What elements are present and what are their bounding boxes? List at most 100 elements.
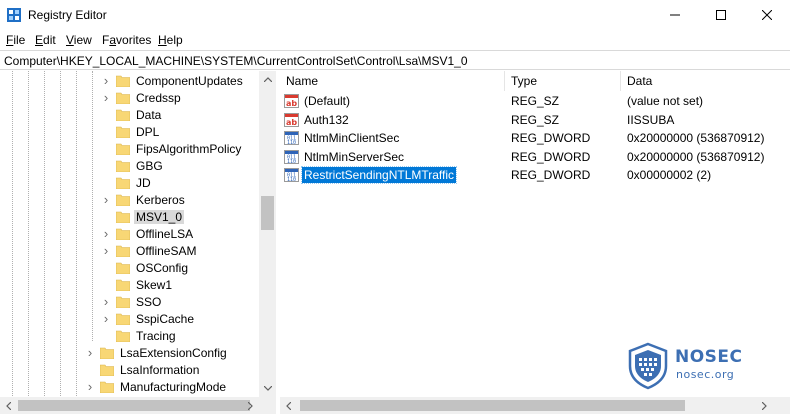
- scroll-right-arrow[interactable]: [242, 397, 259, 414]
- chevron-right-icon[interactable]: ›: [84, 345, 96, 360]
- tree-item[interactable]: Data: [100, 106, 164, 123]
- list-scroll-right-arrow[interactable]: [756, 397, 773, 414]
- menu-bar: File Edit View Favorites Help: [0, 30, 790, 50]
- chevron-right-icon[interactable]: ›: [84, 379, 96, 394]
- tree-item-label: MSV1_0: [134, 209, 185, 224]
- folder-icon: [100, 381, 114, 393]
- registry-editor-icon: [7, 8, 21, 22]
- scroll-up-arrow[interactable]: [259, 71, 276, 88]
- chevron-right-icon[interactable]: ›: [100, 243, 112, 258]
- value-name-cell[interactable]: 011 110 RestrictSendingNTLMTraffic: [284, 166, 458, 184]
- tree-item[interactable]: DPL: [100, 123, 162, 140]
- column-header-data[interactable]: Data: [621, 71, 790, 91]
- chevron-left-icon: [286, 401, 291, 410]
- menu-view[interactable]: View: [66, 33, 92, 47]
- chevron-right-icon[interactable]: ›: [100, 226, 112, 241]
- string-value-icon: ab: [284, 112, 299, 127]
- value-data: (value not set): [627, 94, 704, 108]
- value-type: REG_DWORD: [511, 131, 591, 145]
- tree-item[interactable]: › Credssp: [100, 89, 183, 106]
- chevron-right-icon: [762, 401, 767, 410]
- tree-item[interactable]: OSConfig: [100, 259, 191, 276]
- tree-item-label: Data: [136, 107, 162, 122]
- folder-icon: [116, 92, 130, 104]
- watermark-subtitle: nosec.org: [676, 368, 735, 381]
- list-scroll-left-arrow[interactable]: [280, 397, 297, 414]
- chevron-right-icon[interactable]: ›: [100, 192, 112, 207]
- close-button[interactable]: [744, 0, 790, 30]
- list-hscroll-thumb[interactable]: [300, 400, 685, 411]
- list-horizontal-scrollbar[interactable]: [280, 397, 790, 414]
- tree-item-label: OfflineSAM: [136, 243, 197, 258]
- value-name-cell[interactable]: 011 110 NtlmMinServerSec: [284, 148, 406, 166]
- tree-item[interactable]: › LsaExtensionConfig: [84, 344, 229, 361]
- tree-item[interactable]: JD: [100, 174, 153, 191]
- chevron-right-icon[interactable]: ›: [100, 90, 112, 105]
- tree-item[interactable]: LsaInformation: [84, 361, 202, 378]
- watermark-title: NOSEC: [675, 347, 743, 367]
- value-data: IISSUBA: [627, 112, 675, 127]
- table-row[interactable]: 011 110 RestrictSendingNTLMTraffic REG_DWOR…: [280, 166, 790, 184]
- menu-file[interactable]: File: [6, 33, 25, 47]
- chevron-up-icon: [263, 77, 272, 82]
- tree-horizontal-scrollbar[interactable]: [0, 397, 276, 414]
- chevron-right-icon[interactable]: ›: [100, 73, 112, 88]
- tree-item-label: LsaInformation: [120, 362, 200, 377]
- folder-icon: [116, 313, 130, 325]
- minimize-button[interactable]: [652, 0, 698, 30]
- chevron-left-icon: [6, 401, 11, 410]
- chevron-right-icon[interactable]: ›: [100, 294, 112, 309]
- tree-item[interactable]: › Kerberos: [100, 191, 187, 208]
- value-name: NtlmMinServerSec: [304, 149, 405, 164]
- value-type: REG_SZ: [511, 94, 560, 108]
- tree-item[interactable]: › SSO: [100, 293, 164, 310]
- tree-item[interactable]: › SspiCache: [100, 310, 197, 327]
- column-header-type[interactable]: Type: [505, 71, 621, 91]
- tree-item[interactable]: MSV1_0: [100, 208, 185, 225]
- value-name-cell[interactable]: ab Auth132: [284, 111, 351, 129]
- tree-item[interactable]: › ComponentUpdates: [100, 72, 245, 89]
- table-row[interactable]: 011 110 NtlmMinServerSec REG_DWORD 0x2000000…: [280, 148, 790, 166]
- folder-icon: [116, 245, 130, 257]
- table-row[interactable]: 011 110 NtlmMinClientSec REG_DWORD 0x2000000…: [280, 129, 790, 147]
- maximize-button[interactable]: [698, 0, 744, 30]
- tree-item-label: DPL: [136, 124, 160, 139]
- folder-icon: [116, 177, 130, 189]
- address-path[interactable]: Computer\HKEY_LOCAL_MACHINE\SYSTEM\Curre…: [4, 54, 468, 68]
- tree-item-label: Credssp: [136, 90, 181, 105]
- value-data: 0x20000000 (536870912): [627, 131, 765, 145]
- value-name: RestrictSendingNTLMTraffic: [300, 166, 458, 184]
- folder-icon: [116, 296, 130, 308]
- value-name-cell[interactable]: ab (Default): [284, 92, 352, 110]
- folder-icon: [116, 279, 130, 291]
- tree-item[interactable]: Tracing: [100, 327, 178, 344]
- table-row[interactable]: ab Auth132 REG_SZ IISSUBA: [280, 111, 790, 129]
- folder-icon: [116, 330, 130, 342]
- table-row[interactable]: ab (Default) REG_SZ (value not set): [280, 92, 790, 110]
- scroll-down-arrow[interactable]: [259, 380, 276, 397]
- shield-logo-icon: [628, 342, 668, 390]
- value-type: REG_SZ: [511, 112, 560, 127]
- address-bar[interactable]: Computer\HKEY_LOCAL_MACHINE\SYSTEM\Curre…: [0, 50, 790, 70]
- tree-item[interactable]: Skew1: [100, 276, 175, 293]
- tree-item[interactable]: › OfflineLSA: [100, 225, 196, 242]
- svg-text:110: 110: [287, 177, 296, 182]
- tree-hscroll-thumb[interactable]: [18, 400, 250, 411]
- tree-item[interactable]: › ManufacturingMode: [84, 378, 229, 395]
- tree-item[interactable]: GBG: [100, 157, 165, 174]
- key-tree[interactable]: › ComponentUpdates › Credssp Data DPL FipsAlgo…: [0, 71, 276, 414]
- tree-scroll-thumb[interactable]: [261, 196, 274, 230]
- menu-favorites[interactable]: Favorites: [102, 33, 151, 47]
- value-data: 0x20000000 (536870912): [627, 149, 765, 164]
- tree-item[interactable]: › OfflineSAM: [100, 242, 199, 259]
- menu-help[interactable]: Help: [158, 33, 183, 47]
- value-name-cell[interactable]: 011 110 NtlmMinClientSec: [284, 129, 401, 147]
- chevron-right-icon[interactable]: ›: [100, 311, 112, 326]
- value-type: REG_DWORD: [511, 168, 591, 182]
- tree-item-label: OSConfig: [136, 260, 189, 275]
- column-header-name[interactable]: Name: [280, 71, 505, 91]
- scroll-left-arrow[interactable]: [0, 397, 17, 414]
- menu-edit[interactable]: Edit: [35, 33, 56, 47]
- tree-item[interactable]: FipsAlgorithmPolicy: [100, 140, 244, 157]
- tree-vertical-scrollbar[interactable]: [259, 71, 276, 397]
